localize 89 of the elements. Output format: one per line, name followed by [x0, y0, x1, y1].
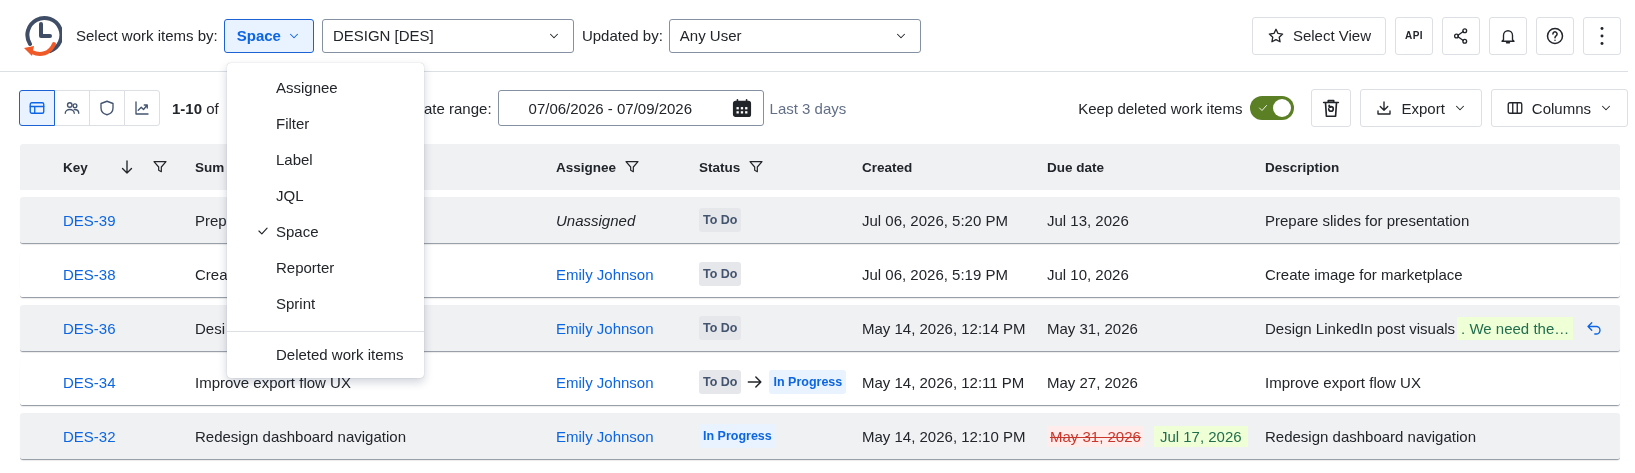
column-header[interactable]: Due date	[1047, 159, 1104, 175]
menu-item[interactable]: Sprint	[227, 285, 424, 321]
column-header[interactable]: Sum	[195, 159, 225, 175]
old-due-date: May 31, 2026	[1047, 425, 1144, 447]
due-date-cell: May 27, 2026	[1047, 373, 1138, 391]
summary-cell: Crea	[195, 265, 228, 283]
assignee-cell[interactable]: Emily Johnson	[556, 319, 654, 337]
created-cell: May 14, 2026, 12:10 PM	[862, 427, 1026, 445]
export-button[interactable]: Export	[1360, 89, 1482, 127]
status-badge: To Do	[699, 262, 742, 286]
description-cell: Redesign dashboard navigation	[1265, 427, 1476, 445]
description-cell: Design LinkedIn post visuals	[1265, 319, 1456, 337]
user-select[interactable]: Any User	[668, 18, 921, 53]
issue-key-link[interactable]: DES-32	[63, 427, 116, 445]
column-header[interactable]: Description	[1265, 159, 1340, 175]
status-badge: To Do	[699, 316, 742, 340]
issue-key-link[interactable]: DES-39	[63, 211, 116, 229]
summary-cell: Improve export flow UX	[195, 373, 351, 391]
keep-deleted-label: Keep deleted work items	[1078, 99, 1243, 117]
table-icon	[28, 99, 46, 117]
date-range-field[interactable]: 07/06/2026 - 07/09/2026	[497, 90, 764, 126]
status-badge: To Do	[699, 208, 742, 232]
undo-icon[interactable]	[1585, 319, 1604, 337]
help-button[interactable]	[1536, 16, 1574, 55]
columns-icon	[1505, 99, 1524, 117]
issue-key-link[interactable]: DES-36	[63, 319, 116, 337]
assignee-cell: Unassigned	[556, 211, 636, 229]
status-badge: In Progress	[699, 424, 776, 448]
menu-item[interactable]: Space	[227, 213, 424, 249]
new-due-date: Jul 17, 2026	[1153, 425, 1248, 447]
select-by-dropdown[interactable]: Space	[223, 18, 314, 53]
space-select[interactable]: DESIGN [DES]	[321, 18, 574, 53]
issue-key-link[interactable]: DES-34	[63, 373, 116, 391]
select-view-button[interactable]: Select View	[1251, 16, 1386, 55]
created-cell: Jul 06, 2026, 5:19 PM	[862, 265, 1008, 283]
view-toggle[interactable]	[19, 90, 55, 126]
column-header[interactable]: Assignee	[556, 159, 617, 175]
assignee-cell[interactable]: Emily Johnson	[556, 265, 654, 283]
created-cell: May 14, 2026, 12:11 PM	[862, 373, 1025, 391]
due-date-cell: Jul 10, 2026	[1047, 265, 1129, 283]
shield-icon	[98, 99, 116, 117]
columns-button[interactable]: Columns	[1490, 89, 1628, 127]
summary-cell: Desi	[195, 319, 225, 337]
menu-item[interactable]: Reporter	[227, 249, 424, 285]
description-cell: Improve export flow UX	[1265, 373, 1421, 391]
due-date-cell: Jul 13, 2026	[1047, 211, 1129, 229]
filter-icon[interactable]	[151, 159, 168, 175]
star-icon	[1266, 26, 1285, 45]
created-cell: May 14, 2026, 12:14 PM	[862, 319, 1026, 337]
column-header[interactable]: Created	[862, 159, 913, 175]
date-range-label: ate range:	[424, 99, 492, 117]
help-icon	[1545, 25, 1565, 46]
menu-item[interactable]: Assignee	[227, 69, 424, 105]
added-description-text: . We need the…	[1457, 316, 1574, 340]
summary-cell: Redesign dashboard navigation	[195, 427, 406, 445]
created-cell: Jul 06, 2026, 5:20 PM	[862, 211, 1008, 229]
notifications-button[interactable]	[1489, 16, 1527, 55]
calendar-icon	[730, 97, 753, 119]
description-cell: Prepare slides for presentation	[1265, 211, 1470, 229]
column-header[interactable]: Status	[699, 159, 741, 175]
assignee-cell[interactable]: Emily Johnson	[556, 427, 654, 445]
menu-item[interactable]: Label	[227, 141, 424, 177]
status-badge: In Progress	[769, 370, 847, 394]
column-header[interactable]: Key	[63, 159, 88, 175]
updated-by-label: Updated by:	[581, 27, 663, 44]
share-button[interactable]	[1442, 16, 1480, 55]
check-icon	[1257, 102, 1270, 114]
download-icon	[1375, 99, 1394, 117]
select-by-label: Select work items by:	[76, 27, 218, 44]
filter-icon[interactable]	[748, 159, 765, 175]
status-badge: To Do	[699, 370, 742, 394]
assignee-cell[interactable]: Emily Johnson	[556, 373, 654, 391]
share-icon	[1452, 26, 1470, 45]
chart-icon	[133, 99, 151, 117]
people-icon	[63, 99, 81, 117]
summary-cell: Prep	[195, 211, 227, 229]
description-cell: Create image for marketplace	[1265, 265, 1463, 283]
issue-key-link[interactable]: DES-38	[63, 265, 116, 283]
trash-button[interactable]	[1311, 89, 1352, 127]
filter-icon[interactable]	[624, 159, 641, 175]
menu-item[interactable]: JQL	[227, 177, 424, 213]
menu-item[interactable]: Filter	[227, 105, 424, 141]
keep-deleted-toggle[interactable]	[1250, 96, 1295, 120]
api-button[interactable]: API	[1395, 16, 1433, 55]
result-count: 1-10 of	[172, 99, 219, 117]
menu-item[interactable]: Deleted work items	[227, 336, 424, 372]
more-icon	[1600, 26, 1604, 45]
due-date-cell: May 31, 2026	[1047, 319, 1138, 337]
date-range-hint: Last 3 days	[769, 99, 847, 117]
